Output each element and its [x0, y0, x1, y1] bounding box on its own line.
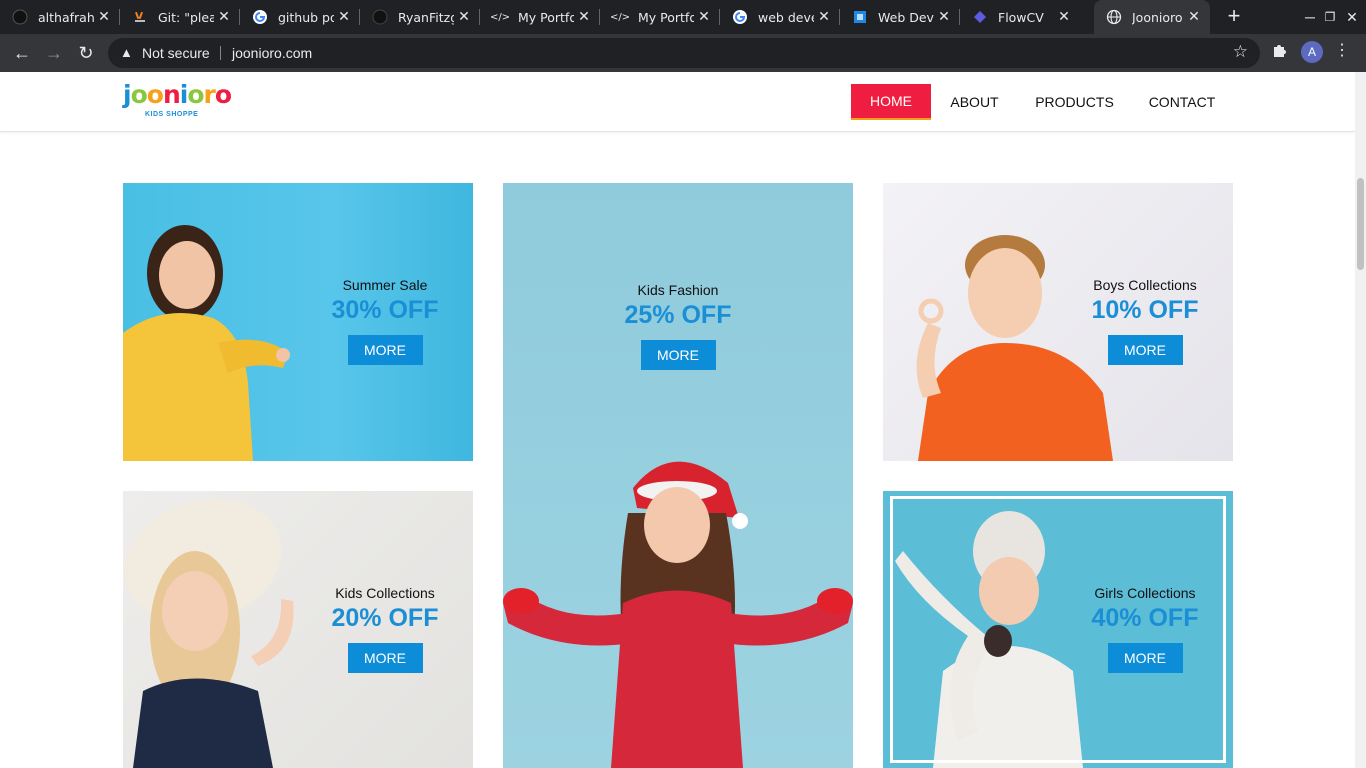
promo-text-block: Kids Fashion 25% OFF MORE [598, 282, 758, 370]
promo-discount: 40% OFF [1091, 604, 1199, 632]
close-tab-icon[interactable]: ✕ [214, 9, 234, 25]
flowcv-icon [972, 9, 988, 25]
bookmark-star-icon[interactable]: ☆ [1233, 42, 1248, 62]
page-viewport: Summer Sale 30% OFF MORE Kids Fashion 25… [0, 72, 1355, 768]
nav-products[interactable]: PRODUCTS [1026, 84, 1123, 120]
globe-icon [1106, 9, 1122, 25]
tab-title: github por [278, 9, 334, 25]
close-tab-icon[interactable]: ✕ [694, 9, 714, 25]
logo-wordmark: joonioro [123, 80, 232, 109]
tab-title: Web Deve [878, 9, 934, 25]
extensions-puzzle-icon[interactable] [1270, 41, 1290, 63]
browser-toolbar: ← → ↻ ▲ Not secure joonioro.com ☆ [0, 34, 1366, 72]
forward-arrow-icon[interactable]: → [42, 41, 66, 65]
nav-about[interactable]: ABOUT [941, 84, 1008, 120]
browser-tab[interactable]: Web Deve ✕ [840, 0, 960, 34]
browser-tab[interactable]: FlowCV ✕ [960, 0, 1080, 34]
tab-title: althafrahm [38, 9, 94, 25]
warning-icon[interactable]: ▲ [120, 45, 133, 60]
browser-tab[interactable]: </> My Portfo ✕ [600, 0, 720, 34]
scrollbar-thumb[interactable] [1357, 178, 1364, 270]
logo-tagline: KIDS SHOPPE [145, 111, 199, 118]
tab-title: RyanFitzg [398, 9, 454, 25]
more-button[interactable]: MORE [347, 335, 423, 365]
browser-tab[interactable]: </> My Portfo ✕ [480, 0, 600, 34]
reload-icon[interactable]: ↻ [74, 41, 98, 65]
code-icon: </> [609, 11, 631, 23]
promo-caption: Kids Fashion [637, 282, 719, 298]
kebab-menu-icon[interactable]: ⋮ [1334, 41, 1350, 63]
site-header: joonioro KIDS SHOPPE HOME ABOUT PRODUCTS… [0, 72, 1355, 132]
tab-title: Git: "pleas [158, 9, 214, 25]
browser-tab[interactable]: RyanFitzg ✕ [360, 0, 480, 34]
google-icon [732, 9, 748, 25]
address-bar[interactable]: ▲ Not secure joonioro.com ☆ [108, 38, 1260, 68]
joonioro-logo[interactable]: joonioro KIDS SHOPPE [123, 82, 233, 122]
back-arrow-icon[interactable]: ← [10, 41, 34, 65]
tab-title: Joonioro | [1132, 9, 1184, 25]
tab-title: FlowCV [998, 9, 1044, 25]
page-scrollbar[interactable] [1355, 72, 1366, 768]
tab-title: My Portfo [518, 9, 574, 25]
window-close-icon[interactable]: ✕ [1338, 0, 1366, 34]
more-button[interactable]: MORE [640, 340, 716, 370]
url-text[interactable]: joonioro.com [232, 45, 312, 61]
tab-title: web devel [758, 9, 814, 25]
browser-tab[interactable]: althafrahm ✕ [0, 0, 120, 34]
promo-caption: Kids Collections [335, 585, 435, 601]
close-tab-icon[interactable]: ✕ [1054, 9, 1074, 25]
close-tab-icon[interactable]: ✕ [454, 9, 474, 25]
close-tab-icon[interactable]: ✕ [1184, 9, 1204, 25]
browser-tab-strip: althafrahm ✕ Git: "pleas ✕ github por ✕ … [0, 0, 1366, 34]
browser-tab[interactable]: web devel ✕ [720, 0, 840, 34]
promo-caption: Boys Collections [1093, 277, 1197, 293]
stackoverflow-icon [132, 9, 148, 25]
promo-caption: Summer Sale [342, 277, 428, 293]
code-icon: </> [489, 11, 511, 23]
nav-contact[interactable]: CONTACT [1140, 84, 1224, 120]
more-button[interactable]: MORE [1107, 335, 1183, 365]
promo-discount: 10% OFF [1091, 296, 1199, 324]
google-icon [252, 9, 268, 25]
browser-tab[interactable]: Git: "pleas ✕ [120, 0, 240, 34]
promo-card-summer-sale[interactable]: Summer Sale 30% OFF MORE [123, 183, 473, 461]
promo-card-kids-collections[interactable]: Kids Collections 20% OFF MORE [123, 491, 473, 768]
girl-santa-hat-image [503, 461, 853, 768]
promo-text-block: Girls Collections 40% OFF MORE [1065, 585, 1225, 673]
promo-card-kids-fashion[interactable]: Kids Fashion 25% OFF MORE [503, 183, 853, 768]
promo-caption: Girls Collections [1094, 585, 1196, 601]
new-tab-button[interactable]: + [1222, 5, 1246, 29]
close-tab-icon[interactable]: ✕ [814, 9, 834, 25]
tab-title: My Portfo [638, 9, 694, 25]
promo-discount: 30% OFF [331, 296, 439, 324]
promo-text-block: Boys Collections 10% OFF MORE [1065, 277, 1225, 365]
web-icon [852, 9, 868, 25]
nav-home[interactable]: HOME [851, 84, 931, 120]
security-label[interactable]: Not secure [142, 45, 210, 61]
github-icon [12, 9, 28, 25]
promo-discount: 25% OFF [624, 301, 732, 329]
promo-text-block: Summer Sale 30% OFF MORE [305, 277, 465, 365]
promo-card-girls-collections[interactable]: Girls Collections 40% OFF MORE [883, 491, 1233, 768]
browser-tab-active[interactable]: Joonioro | ✕ [1094, 0, 1210, 34]
browser-tab[interactable]: github por ✕ [240, 0, 360, 34]
close-tab-icon[interactable]: ✕ [934, 9, 954, 25]
more-button[interactable]: MORE [347, 643, 423, 673]
profile-avatar[interactable]: A [1301, 41, 1323, 63]
close-tab-icon[interactable]: ✕ [94, 9, 114, 25]
promo-discount: 20% OFF [331, 604, 439, 632]
promo-card-boys-collections[interactable]: Boys Collections 10% OFF MORE [883, 183, 1233, 461]
github-icon [372, 9, 388, 25]
close-tab-icon[interactable]: ✕ [334, 9, 354, 25]
more-button[interactable]: MORE [1107, 643, 1183, 673]
close-tab-icon[interactable]: ✕ [574, 9, 594, 25]
promo-text-block: Kids Collections 20% OFF MORE [305, 585, 465, 673]
